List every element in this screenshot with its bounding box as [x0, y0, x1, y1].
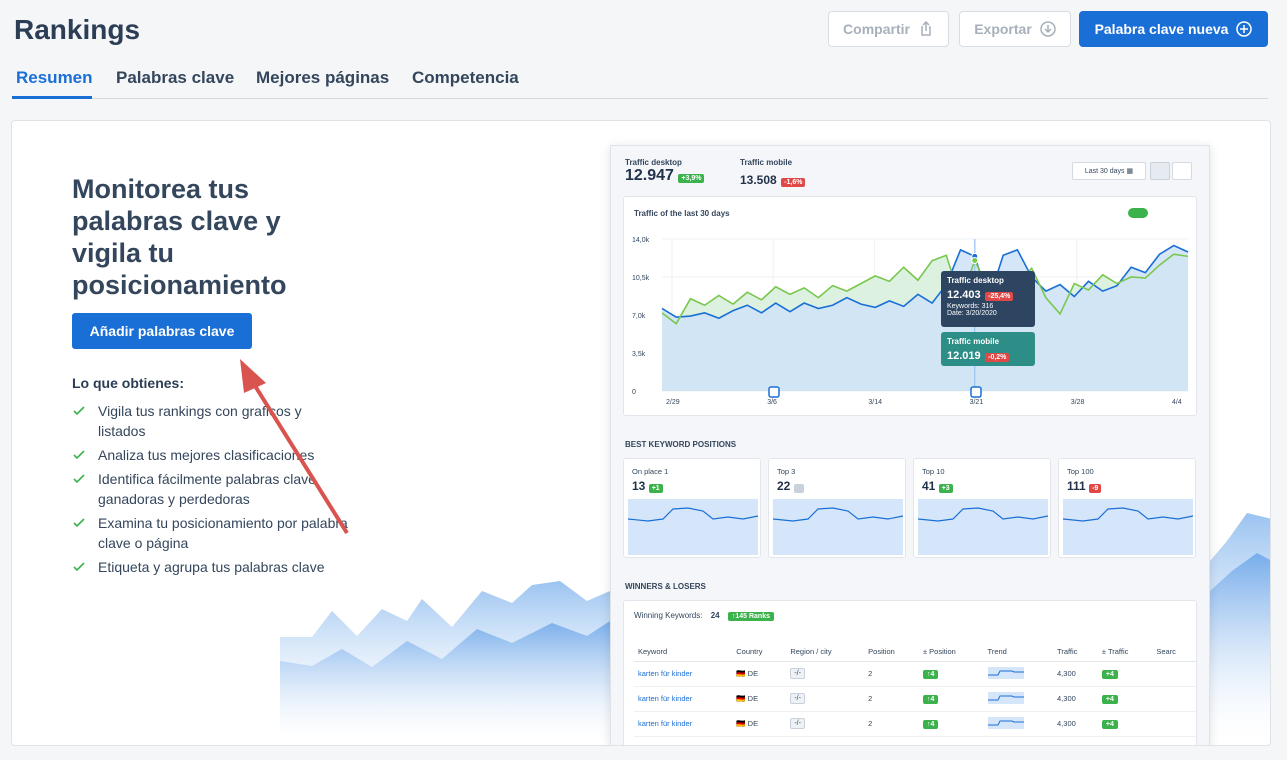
plus-circle-icon [1236, 21, 1253, 37]
page-title: Rankings [14, 14, 141, 45]
empty-state-card: Monitorea tus palabras clave y vigila tu… [11, 120, 1271, 746]
export-button-label: Exportar [974, 21, 1032, 37]
tab-resumen[interactable]: Resumen [16, 68, 93, 88]
new-keyword-button-label: Palabra clave nueva [1094, 21, 1229, 37]
share-button[interactable]: Compartir [828, 11, 949, 47]
new-keyword-button[interactable]: Palabra clave nueva [1079, 11, 1268, 47]
share-button-label: Compartir [843, 21, 910, 37]
export-button[interactable]: Exportar [959, 11, 1071, 47]
tab-bar: Resumen Palabras clave Mejores páginas C… [12, 62, 1268, 99]
tab-mejores-paginas[interactable]: Mejores páginas [256, 68, 389, 88]
top-bar: Rankings Compartir Exportar Palabra clav… [0, 0, 1287, 100]
active-tab-indicator [12, 96, 92, 99]
share-icon [921, 21, 931, 36]
pointer-arrow [240, 359, 349, 535]
tab-palabras-clave[interactable]: Palabras clave [116, 68, 234, 88]
download-icon [1040, 21, 1056, 37]
tab-competencia[interactable]: Competencia [412, 68, 519, 88]
